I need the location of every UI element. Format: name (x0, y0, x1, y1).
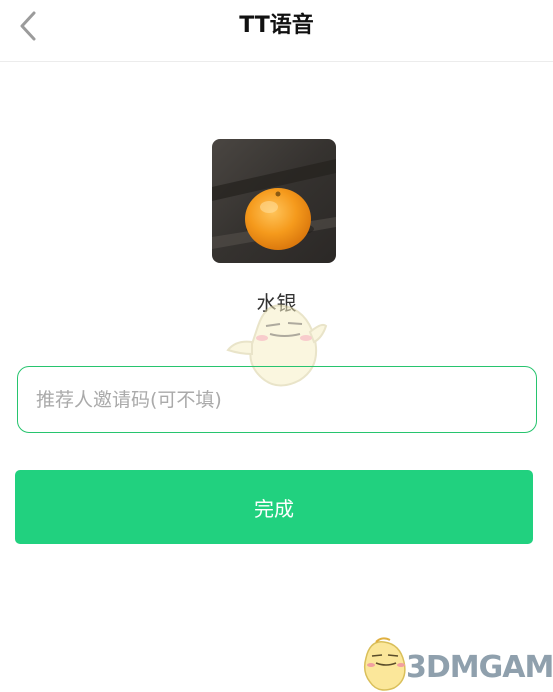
page-title: TT语音 (239, 13, 314, 38)
watermark-text: 3DMGAME (406, 650, 553, 685)
avatar[interactable] (212, 139, 336, 263)
avatar-image (212, 139, 336, 263)
mascot-logo-icon (363, 637, 406, 691)
done-button[interactable]: 完成 (15, 470, 533, 544)
invite-code-input[interactable] (17, 366, 537, 433)
nav-bar: TT语音 (0, 0, 553, 62)
site-watermark: 3DMGAME (356, 636, 553, 692)
register-profile-screen: TT语音 水银 推荐人邀请码(可不填) 完成 3DMGAM (0, 0, 553, 692)
